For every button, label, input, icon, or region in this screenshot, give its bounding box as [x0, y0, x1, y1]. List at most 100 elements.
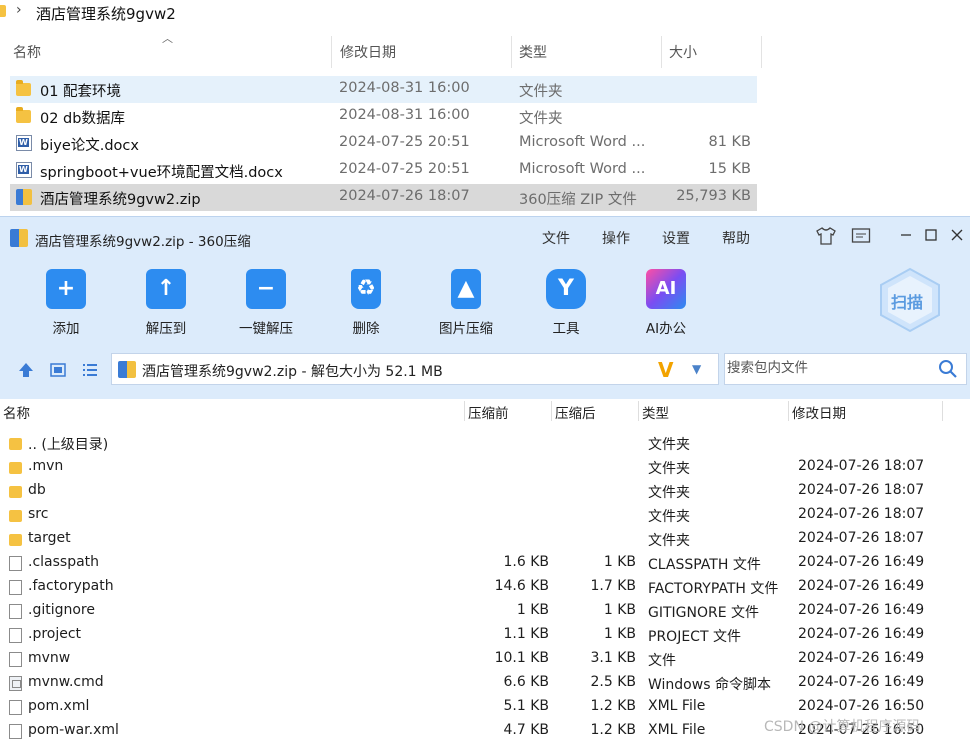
column-header-type[interactable]: 类型: [642, 402, 669, 422]
breadcrumb: › 酒店管理系统9gvw2: [0, 0, 970, 26]
watermark: CSDN @计算机程序源码: [764, 719, 921, 735]
word-doc-icon: [16, 135, 32, 151]
column-divider[interactable]: [464, 401, 465, 421]
explorer-row[interactable]: biye论文.docx 2024-07-25 20:51 Microsoft W…: [10, 130, 757, 157]
scan-button[interactable]: 扫描: [877, 267, 943, 333]
column-divider[interactable]: [788, 401, 789, 421]
one-click-extract-button[interactable]: − 一键解压: [226, 265, 306, 341]
file-name: .classpath: [28, 554, 100, 570]
file-name: .gitignore: [28, 602, 95, 618]
menu-help[interactable]: 帮助: [722, 228, 750, 248]
chevron-right-icon[interactable]: ›: [16, 2, 22, 18]
menu-settings[interactable]: 设置: [662, 228, 690, 248]
script-file-icon: [9, 676, 22, 691]
column-header-compressed-before[interactable]: 压缩前: [468, 402, 509, 422]
ai-office-button[interactable]: AI AI办公: [626, 265, 706, 341]
file-row[interactable]: target 文件夹 2024-07-26 18:07: [0, 527, 960, 551]
file-size-before: 1.6 KB: [503, 554, 550, 570]
sort-ascending-icon: ︿: [162, 32, 173, 45]
file-date: 2024-07-26 18:07: [339, 188, 470, 204]
file-size-after: 1.7 KB: [590, 578, 637, 594]
menu-operation[interactable]: 操作: [602, 228, 630, 248]
file-row[interactable]: mvnw.cmd 6.6 KB 2.5 KB Windows 命令脚本 2024-07-…: [0, 671, 960, 695]
explorer-column-headers: ︿ 名称 修改日期 类型 大小: [0, 32, 970, 70]
column-header-compressed-after[interactable]: 压缩后: [555, 402, 596, 422]
file-row[interactable]: .mvn 文件夹 2024-07-26 18:07: [0, 455, 960, 479]
minimize-icon[interactable]: [895, 227, 917, 247]
image-compress-button[interactable]: ▲ 图片压缩: [426, 265, 506, 341]
column-divider[interactable]: [511, 36, 512, 68]
skin-shirt-icon[interactable]: [815, 227, 837, 247]
file-size-before: 14.6 KB: [494, 578, 549, 594]
file-icon: [9, 556, 22, 571]
one-click-extract-label: 一键解压: [239, 321, 293, 337]
file-size-before: 4.7 KB: [503, 722, 550, 738]
column-divider[interactable]: [551, 401, 552, 421]
file-name: 酒店管理系统9gvw2.zip: [40, 192, 201, 208]
column-header-name[interactable]: 名称: [13, 42, 41, 62]
file-row[interactable]: .classpath 1.6 KB 1 KB CLASSPATH 文件 2024-07-…: [0, 551, 960, 575]
chevron-down-icon[interactable]: ▼: [692, 362, 701, 376]
column-header-type[interactable]: 类型: [519, 42, 547, 62]
file-type: Microsoft Word ...: [519, 161, 646, 177]
file-name: mvnw: [28, 650, 71, 666]
add-button[interactable]: + 添加: [26, 265, 106, 341]
search-input[interactable]: [727, 360, 927, 376]
feedback-message-icon[interactable]: [850, 227, 872, 247]
column-divider[interactable]: [761, 36, 762, 68]
app-logo-icon: [10, 229, 28, 247]
menu-file[interactable]: 文件: [542, 228, 570, 248]
column-header-modified[interactable]: 修改日期: [792, 402, 846, 422]
column-header-name[interactable]: 名称: [3, 402, 30, 422]
image-compress-label: 图片压缩: [439, 321, 493, 337]
maximize-icon[interactable]: [920, 227, 942, 247]
archive-path-field[interactable]: 酒店管理系统9gvw2.zip - 解包大小为 52.1 MB V ▼: [111, 353, 719, 385]
file-modified: 2024-07-26 16:49: [798, 602, 925, 618]
column-header-date[interactable]: 修改日期: [340, 42, 396, 62]
file-type: 文件夹: [648, 509, 690, 525]
v-logo-icon[interactable]: V: [658, 358, 673, 382]
explorer-row[interactable]: springboot+vue环境配置文档.docx 2024-07-25 20:…: [10, 157, 757, 184]
file-row[interactable]: .factorypath 14.6 KB 1.7 KB FACTORYPATH 文件 2…: [0, 575, 960, 599]
thumbnail-view-icon[interactable]: [48, 361, 68, 381]
file-row[interactable]: .. (上级目录) 文件夹: [0, 431, 960, 455]
list-view-icon[interactable]: [80, 361, 100, 381]
file-row[interactable]: db 文件夹 2024-07-26 18:07: [0, 479, 960, 503]
address-bar: 酒店管理系统9gvw2.zip - 解包大小为 52.1 MB V ▼: [0, 345, 970, 399]
file-modified: 2024-07-26 18:07: [798, 506, 925, 522]
title-bar[interactable]: 酒店管理系统9gvw2.zip - 360压缩 文件 操作 设置 帮助: [0, 217, 970, 259]
file-date: 2024-08-31 16:00: [339, 107, 470, 123]
file-size-after: 1 KB: [603, 626, 636, 642]
scan-label: 扫描: [891, 293, 924, 312]
close-icon[interactable]: [946, 227, 968, 247]
file-row[interactable]: .gitignore 1 KB 1 KB GITIGNORE 文件 2024-07-26…: [0, 599, 960, 623]
file-size-before: 1.1 KB: [503, 626, 550, 642]
file-modified: 2024-07-26 18:07: [798, 458, 925, 474]
column-divider[interactable]: [942, 401, 943, 421]
file-size-after: 3.1 KB: [590, 650, 637, 666]
column-divider[interactable]: [661, 36, 662, 68]
column-divider[interactable]: [638, 401, 639, 421]
file-modified: 2024-07-26 16:49: [798, 578, 925, 594]
column-header-size[interactable]: 大小: [669, 42, 697, 62]
file-icon: [9, 604, 22, 619]
file-row[interactable]: .project 1.1 KB 1 KB PROJECT 文件 2024-07-26 1…: [0, 623, 960, 647]
search-icon[interactable]: [938, 359, 958, 379]
explorer-row[interactable]: 02 db数据库 2024-08-31 16:00 文件夹: [10, 103, 757, 130]
column-divider[interactable]: [331, 36, 332, 68]
up-level-icon[interactable]: [16, 361, 36, 381]
extract-to-button[interactable]: ↑ 解压到: [126, 265, 206, 341]
file-icon: [9, 652, 22, 667]
breadcrumb-current-folder[interactable]: 酒店管理系统9gvw2: [36, 3, 176, 24]
explorer-row[interactable]: 01 配套环境 2024-08-31 16:00 文件夹: [10, 76, 757, 103]
search-box[interactable]: [724, 353, 967, 385]
file-size-after: 2.5 KB: [590, 674, 637, 690]
file-size: 81 KB: [708, 134, 751, 150]
delete-button[interactable]: ♻ 删除: [326, 265, 406, 341]
folder-icon: [16, 107, 31, 123]
tools-button[interactable]: Y 工具: [526, 265, 606, 341]
explorer-row-selected[interactable]: 酒店管理系统9gvw2.zip 2024-07-26 18:07 360压缩 Z…: [10, 184, 757, 211]
file-row[interactable]: mvnw 10.1 KB 3.1 KB 文件 2024-07-26 16:49: [0, 647, 960, 671]
file-row[interactable]: src 文件夹 2024-07-26 18:07: [0, 503, 960, 527]
file-size-after: 1 KB: [603, 602, 636, 618]
